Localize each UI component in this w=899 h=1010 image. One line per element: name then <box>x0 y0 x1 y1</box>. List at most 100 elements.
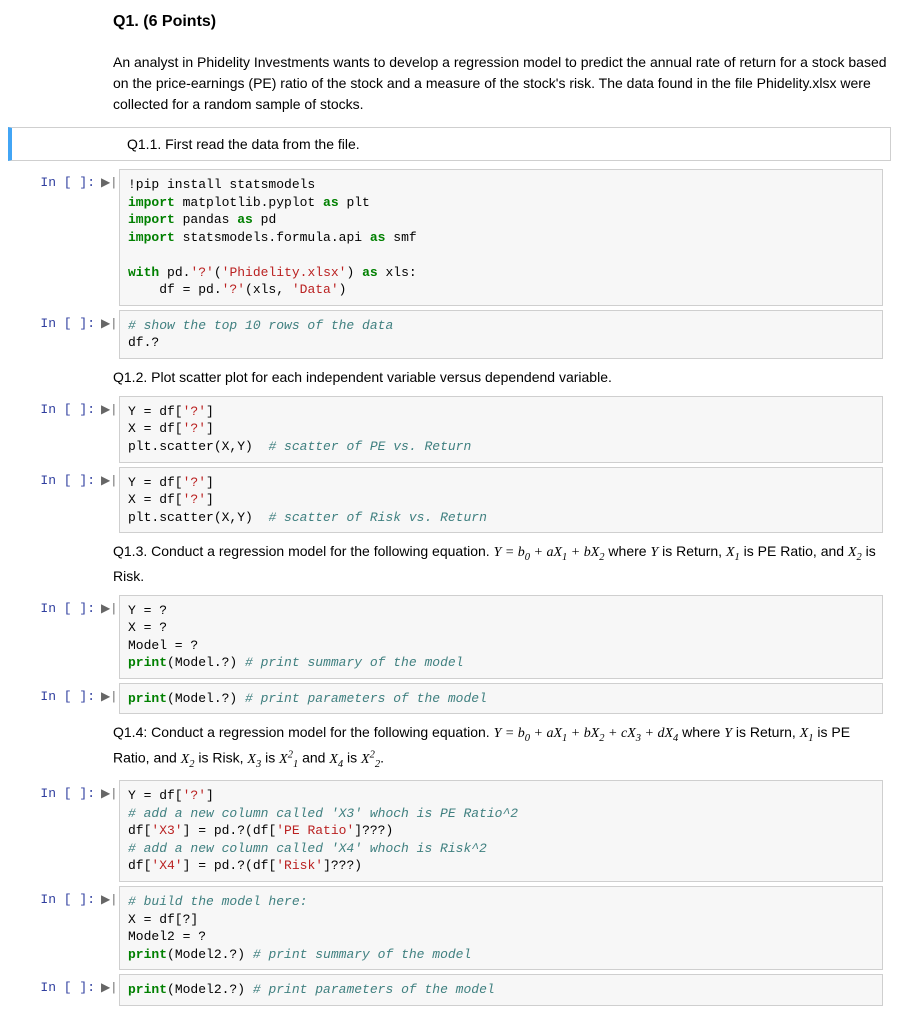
kw: import <box>128 230 175 245</box>
code-editor[interactable]: !pip install statsmodels import matplotl… <box>119 169 883 306</box>
equation: Y = b0 + aX1 + bX2 + cX3 + dX4 <box>494 726 679 741</box>
t: df.? <box>128 335 159 350</box>
comment: # print parameters of the model <box>253 982 495 997</box>
equation: Y = b0 + aX1 + bX2 <box>494 545 605 560</box>
str: 'X4' <box>151 858 182 873</box>
t: xls: <box>378 265 417 280</box>
q11-text: Q1.1. First read the data from the file. <box>22 136 360 152</box>
t: ] <box>206 404 214 419</box>
t: ) <box>339 282 347 297</box>
t: df[ <box>128 823 151 838</box>
code-cell-7: In [ ]: ▶| Y = df['?'] # add a new colum… <box>0 780 891 882</box>
t: X = df[?] <box>128 912 198 927</box>
kw: import <box>128 212 175 227</box>
run-cell-icon[interactable]: ▶| <box>101 886 119 907</box>
t: Model2 = ? <box>128 929 206 944</box>
t: ] <box>206 475 214 490</box>
prompt: In [ ]: <box>0 886 101 907</box>
kw: as <box>370 230 386 245</box>
comment: # print summary of the model <box>253 947 471 962</box>
q11-instruction: Q1.1. First read the data from the file. <box>8 127 891 161</box>
code-editor[interactable]: # show the top 10 rows of the data df.? <box>119 310 883 359</box>
t: Y = df[ <box>128 788 183 803</box>
q14-pre: Q1.4: Conduct a regression model for the… <box>113 724 494 740</box>
run-cell-icon[interactable]: ▶| <box>101 396 119 417</box>
t: ) <box>346 265 362 280</box>
prompt: In [ ]: <box>0 780 101 801</box>
str: 'Data' <box>292 282 339 297</box>
code-editor[interactable]: Y = df['?'] X = df['?'] plt.scatter(X,Y)… <box>119 467 883 534</box>
code-cell-3: In [ ]: ▶| Y = df['?'] X = df['?'] plt.s… <box>0 396 891 463</box>
t: plt <box>339 195 370 210</box>
t: pd <box>253 212 276 227</box>
run-cell-icon[interactable]: ▶| <box>101 169 119 190</box>
q1-heading: Q1. (6 Points) <box>113 6 889 38</box>
t: ] <box>206 492 214 507</box>
t: ]???) <box>323 858 362 873</box>
q14-mid: is Risk, <box>195 750 248 766</box>
str: 'PE Ratio' <box>276 823 354 838</box>
t: ]???) <box>354 823 393 838</box>
code-cell-6: In [ ]: ▶| print(Model.?) # print parame… <box>0 683 891 715</box>
prompt: In [ ]: <box>0 467 101 488</box>
kw: as <box>323 195 339 210</box>
t: (Model.?) <box>167 691 245 706</box>
code-editor[interactable]: Y = df['?'] # add a new column called 'X… <box>119 780 883 882</box>
str: 'Risk' <box>276 858 323 873</box>
t: Model = ? <box>128 638 198 653</box>
kw: print <box>128 982 167 997</box>
comment: # scatter of Risk vs. Return <box>268 510 486 525</box>
comment: # print parameters of the model <box>245 691 487 706</box>
comment: # show the top 10 rows of the data <box>128 318 393 333</box>
run-cell-icon[interactable]: ▶| <box>101 683 119 704</box>
t: ] = pd.?(df[ <box>183 858 277 873</box>
t: Y = df[ <box>128 404 183 419</box>
t: df[ <box>128 858 151 873</box>
code-cell-8: In [ ]: ▶| # build the model here: X = d… <box>0 886 891 970</box>
t: ] <box>206 421 214 436</box>
prompt: In [ ]: <box>0 310 101 331</box>
run-cell-icon[interactable]: ▶| <box>101 595 119 616</box>
str: 'Phidelity.xlsx' <box>222 265 347 280</box>
code-editor[interactable]: print(Model.?) # print parameters of the… <box>119 683 883 715</box>
str: '?' <box>183 492 206 507</box>
t: Y = df[ <box>128 475 183 490</box>
run-cell-icon[interactable]: ▶| <box>101 310 119 331</box>
code-cell-5: In [ ]: ▶| Y = ? X = ? Model = ? print(M… <box>0 595 891 679</box>
t: Y = ? <box>128 603 167 618</box>
code-editor[interactable]: print(Model2.?) # print parameters of th… <box>119 974 883 1006</box>
t: X = df[ <box>128 492 183 507</box>
str: 'X3' <box>151 823 182 838</box>
prompt: In [ ]: <box>0 595 101 616</box>
code-editor[interactable]: Y = df['?'] X = df['?'] plt.scatter(X,Y)… <box>119 396 883 463</box>
run-cell-icon[interactable]: ▶| <box>101 974 119 995</box>
kw: as <box>237 212 253 227</box>
kw: print <box>128 947 167 962</box>
kw: import <box>128 195 175 210</box>
code-text: !pip install statsmodels <box>128 177 315 192</box>
code-cell-4: In [ ]: ▶| Y = df['?'] X = df['?'] plt.s… <box>0 467 891 534</box>
prompt: In [ ]: <box>0 169 101 190</box>
run-cell-icon[interactable]: ▶| <box>101 780 119 801</box>
intro-text: An analyst in Phidelity Investments want… <box>113 48 889 119</box>
kw: with <box>128 265 159 280</box>
q14-instruction: Q1.4: Conduct a regression model for the… <box>113 718 889 776</box>
comment: # scatter of PE vs. Return <box>268 439 471 454</box>
run-cell-icon[interactable]: ▶| <box>101 467 119 488</box>
str: '?' <box>183 788 206 803</box>
comment: # build the model here: <box>128 894 307 909</box>
q13-instruction: Q1.3. Conduct a regression model for the… <box>113 537 889 591</box>
prompt: In [ ]: <box>0 974 101 995</box>
code-editor[interactable]: Y = ? X = ? Model = ? print(Model.?) # p… <box>119 595 883 679</box>
t: ] <box>206 788 214 803</box>
t: ] = pd.?(df[ <box>183 823 277 838</box>
str: '?' <box>183 421 206 436</box>
q12-instruction: Q1.2. Plot scatter plot for each indepen… <box>113 363 889 392</box>
t: df = pd. <box>128 282 222 297</box>
str: '?' <box>190 265 213 280</box>
comment: # print summary of the model <box>245 655 463 670</box>
t: smf <box>385 230 416 245</box>
prompt: In [ ]: <box>0 683 101 704</box>
t: plt.scatter(X,Y) <box>128 510 268 525</box>
code-editor[interactable]: # build the model here: X = df[?] Model2… <box>119 886 883 970</box>
